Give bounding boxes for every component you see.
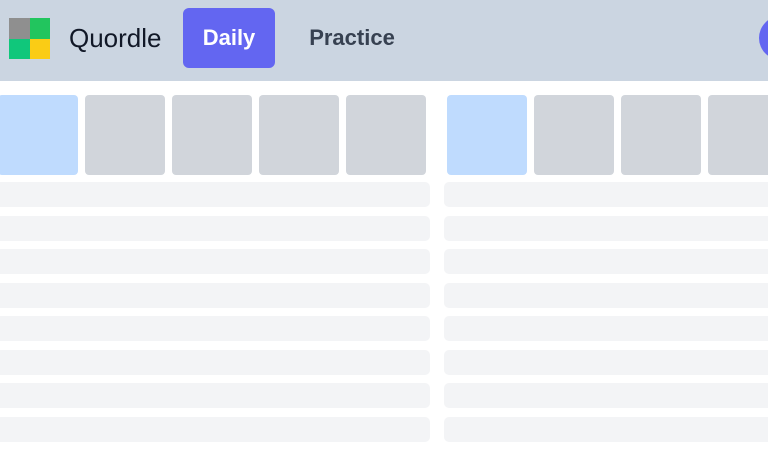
guess-row xyxy=(0,383,430,408)
brand-title: Quordle xyxy=(69,23,162,53)
guess-row xyxy=(444,349,768,375)
tab-daily[interactable]: Daily xyxy=(183,8,275,68)
guess-row xyxy=(0,182,430,207)
board-2-input-row xyxy=(447,95,768,175)
top-bar: Quordle Daily Practice xyxy=(0,0,768,81)
tile-active[interactable] xyxy=(0,95,78,175)
quordle-logo-icon xyxy=(9,18,50,59)
tile[interactable] xyxy=(534,95,614,175)
guess-row xyxy=(444,215,768,241)
board-2-guess-list xyxy=(444,182,768,450)
tile[interactable] xyxy=(621,95,701,175)
tile[interactable] xyxy=(172,95,252,175)
logo-square-gray xyxy=(9,18,30,39)
tile[interactable] xyxy=(346,95,426,175)
logo-square-teal xyxy=(9,38,30,59)
tile[interactable] xyxy=(708,95,768,175)
guess-row xyxy=(0,249,430,274)
guess-row xyxy=(444,416,768,442)
logo-square-green xyxy=(29,18,50,39)
guess-row xyxy=(444,249,768,274)
tile[interactable] xyxy=(259,95,339,175)
guess-row xyxy=(0,215,430,241)
guess-row xyxy=(444,316,768,341)
guess-row xyxy=(0,349,430,375)
logo-square-yellow xyxy=(29,38,50,59)
guess-row xyxy=(444,182,768,207)
guess-row xyxy=(0,416,430,442)
guess-row xyxy=(0,282,430,308)
board-1-guess-list xyxy=(0,182,430,450)
tile-active[interactable] xyxy=(447,95,527,175)
guess-row xyxy=(444,282,768,308)
guess-row xyxy=(0,316,430,341)
tab-practice[interactable]: Practice xyxy=(292,8,412,68)
tile[interactable] xyxy=(85,95,165,175)
guess-row xyxy=(444,383,768,408)
board-1-input-row xyxy=(0,95,426,175)
menu-button[interactable] xyxy=(759,16,768,60)
